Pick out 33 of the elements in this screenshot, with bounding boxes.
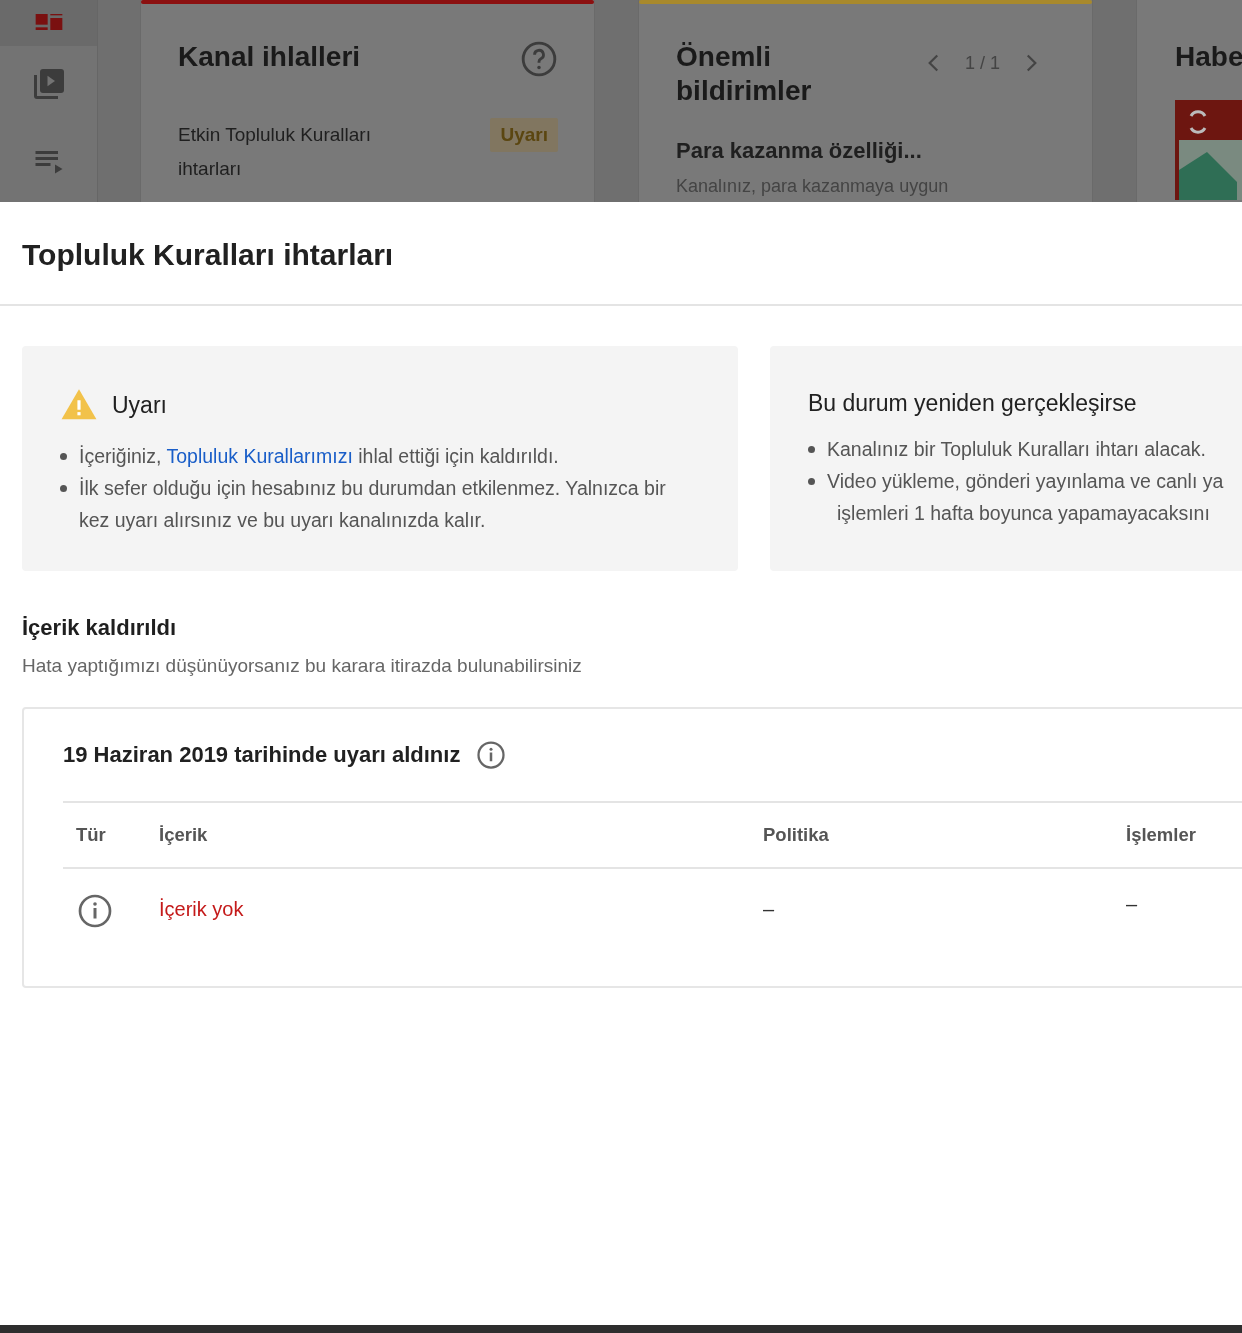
strike-heading: 19 Haziran 2019 tarihinde uyarı aldınız	[63, 742, 461, 768]
bullet-text: Video yükleme, gönderi yayınlama ve canlı ya	[827, 469, 1224, 494]
section-subtitle: Hata yaptığımızı düşünüyorsanız bu karara itirazda bulunabilirsiniz	[22, 655, 583, 677]
column-header: Politika	[763, 824, 830, 846]
column-header: Tür	[75, 824, 107, 846]
sidebar-item[interactable]	[0, 0, 97, 46]
bullet-icon	[808, 446, 815, 453]
column-header: İşlemler	[1126, 824, 1197, 846]
bullet-text: İlk sefer olduğu için hesabınız bu durumdan etkilenmez. Yalnızca bir kez uyarı alırsınız ve bu uyarı kanalınızda kalır.	[79, 476, 667, 533]
help-icon[interactable]	[520, 40, 558, 78]
guidelines-link[interactable]: Topluluk Kurallarımızı	[166, 445, 353, 467]
bullet-icon	[60, 453, 67, 460]
sheet-title: Topluluk Kuralları ihtarları	[0, 202, 1242, 306]
info-card-title: Bu durum yeniden gerçekleşirse	[808, 390, 1137, 417]
bullet-text: Kanalınız bir Topluluk Kuralları ihtarı alacak.	[827, 437, 1207, 462]
bullet-text: işlemleri 1 hafta boyunca yapamayacaksını	[836, 501, 1211, 526]
column-header: İçerik	[159, 824, 209, 846]
card-title: Kanal ihlalleri	[178, 40, 362, 74]
bullet-text: İçeriğiniz, Topluluk Kurallarımızı ihlal ettiği için kaldırıldı.	[79, 444, 560, 469]
table-cell-text: –	[1126, 893, 1139, 916]
bullet-icon	[808, 478, 815, 485]
bullet-icon	[60, 485, 67, 492]
info-icon	[77, 893, 113, 929]
card-title: Önemli bildirimler	[676, 40, 813, 108]
card-title: Habe	[1175, 40, 1242, 74]
info-icon	[476, 740, 507, 770]
status-badge: Uyarı	[490, 118, 558, 152]
notice-title: Para kazanma özelliği...	[676, 138, 923, 164]
strike-row-label: Etkin Topluluk Kuralları ihtarları	[178, 123, 372, 181]
table-cell[interactable]: İçerik yok	[159, 893, 763, 921]
info-card-title: Uyarı	[112, 391, 167, 419]
section-title: İçerik kaldırıldı	[22, 615, 178, 641]
table-cell-text: –	[763, 897, 776, 921]
